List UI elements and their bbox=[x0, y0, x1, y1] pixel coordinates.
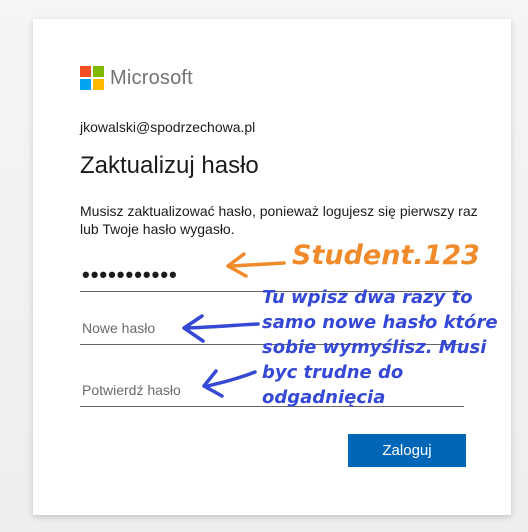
instructions-annotation: Tu wpisz dwa razy to samo nowe hasło któ… bbox=[262, 287, 498, 408]
microsoft-wordmark: Microsoft bbox=[110, 66, 193, 89]
page-description: Musisz zaktualizować hasło, ponieważ log… bbox=[80, 203, 478, 237]
signin-button[interactable]: Zaloguj bbox=[348, 434, 466, 467]
account-email: jkowalski@spodrzechowa.pl bbox=[80, 119, 256, 135]
password-hint-annotation: Student.123 bbox=[292, 240, 480, 271]
microsoft-logo-icon bbox=[80, 66, 104, 90]
microsoft-logo: Microsoft bbox=[80, 66, 193, 90]
page-title: Zaktualizuj hasło bbox=[80, 152, 259, 179]
